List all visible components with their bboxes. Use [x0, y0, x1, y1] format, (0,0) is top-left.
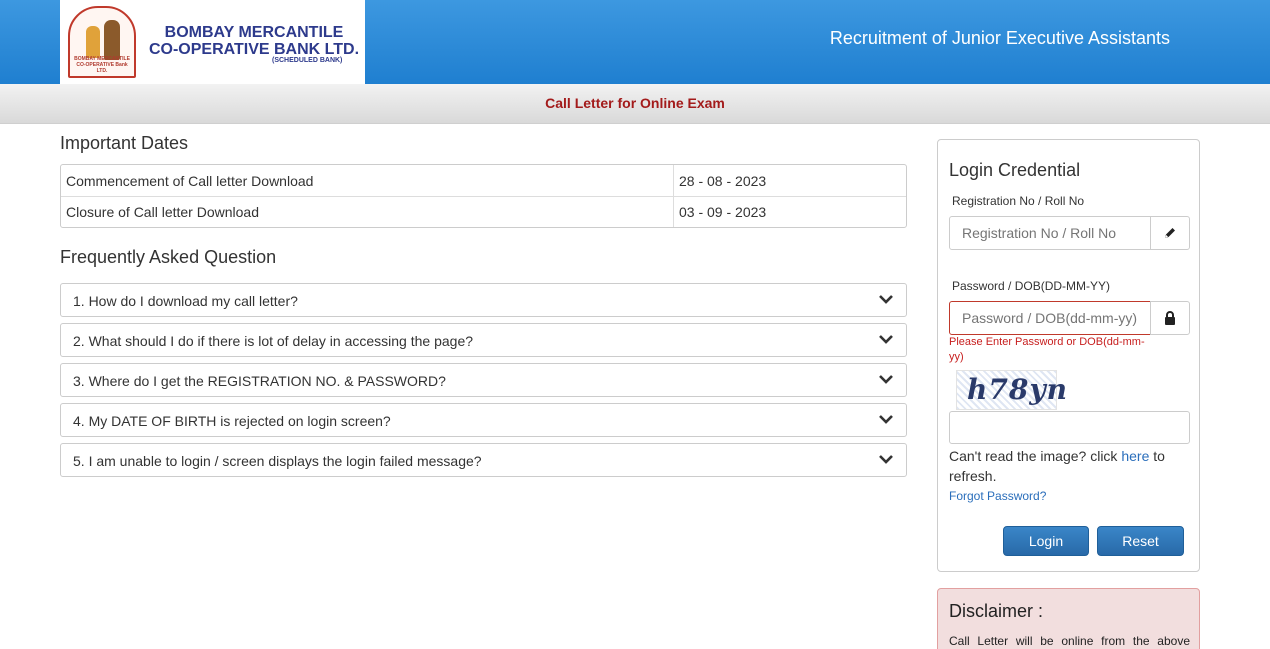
disclaimer-title: Disclaimer : [949, 601, 1044, 621]
login-title: Login Credential [949, 160, 1081, 180]
table-row: Closure of Call letter Download 03 - 09 … [61, 196, 906, 227]
reset-button[interactable]: Reset [1097, 526, 1184, 556]
top-header: BOMBAY MERCANTILE CO-OPERATIVE Bank LTD.… [0, 0, 1270, 84]
faq-item-5[interactable]: 5. I am unable to login / screen display… [60, 443, 907, 477]
bank-subtitle: (SCHEDULED BANK) [272, 57, 343, 64]
login-panel: Login Credential Registration No / Roll … [937, 139, 1200, 572]
password-label: Password / DOB(DD-MM-YY) [952, 279, 1111, 293]
registration-input[interactable] [949, 216, 1151, 250]
disclaimer-text: Call Letter will be online from the abov… [949, 634, 1190, 648]
captcha-image: h78yn [956, 370, 1067, 410]
faq-question: 2. What should I do if there is lot of d… [73, 333, 474, 349]
faq-question: 5. I am unable to login / screen display… [73, 453, 482, 469]
faq-question: 1. How do I download my call letter? [73, 293, 298, 309]
date-label: Closure of Call letter Download [61, 196, 673, 227]
refresh-prefix: Can't read the image? click [949, 448, 1118, 464]
registration-input-group [949, 216, 1190, 250]
date-value: 03 - 09 - 2023 [673, 196, 906, 227]
date-label: Commencement of Call letter Download [66, 172, 314, 189]
lock-icon [1150, 301, 1190, 335]
chevron-down-icon[interactable] [878, 451, 894, 467]
password-error-message: Please Enter Password or DOB(dd-mm-yy) [949, 336, 1145, 363]
chevron-down-icon[interactable] [878, 291, 894, 307]
chevron-down-icon[interactable] [878, 371, 894, 387]
faq-question: 3. Where do I get the REGISTRATION NO. &… [73, 373, 446, 389]
bank-logo[interactable]: BOMBAY MERCANTILE CO-OPERATIVE Bank LTD.… [60, 0, 365, 84]
date-value: 28 - 08 - 2023 [673, 165, 906, 196]
subheader-title: Call Letter for Online Exam [545, 95, 725, 111]
faq-item-1[interactable]: 1. How do I download my call letter? [60, 283, 907, 317]
emblem-caption: BOMBAY MERCANTILE CO-OPERATIVE Bank LTD. [74, 56, 130, 74]
chevron-down-icon[interactable] [878, 411, 894, 427]
password-input[interactable] [949, 301, 1151, 335]
bank-name-line2: CO-OPERATIVE BANK LTD. [148, 41, 360, 58]
password-input-group [949, 301, 1190, 335]
faq-title: Frequently Asked Question [60, 247, 277, 267]
subheader-bar: Call Letter for Online Exam [0, 84, 1270, 124]
faq-question: 4. My DATE OF BIRTH is rejected on login… [73, 413, 391, 429]
faq-item-3[interactable]: 3. Where do I get the REGISTRATION NO. &… [60, 363, 907, 397]
bank-emblem-icon: BOMBAY MERCANTILE CO-OPERATIVE Bank LTD. [68, 6, 136, 78]
bank-name: BOMBAY MERCANTILE CO-OPERATIVE BANK LTD. [144, 24, 364, 58]
forgot-password-link[interactable]: Forgot Password? [949, 489, 1046, 503]
bank-name-line1: BOMBAY MERCANTILE [164, 24, 344, 41]
captcha-refresh-link[interactable]: here [1121, 448, 1149, 464]
pencil-icon [1150, 216, 1190, 250]
chevron-down-icon[interactable] [878, 331, 894, 347]
page-title: Recruitment of Junior Executive Assistan… [829, 28, 1170, 48]
captcha-text: h78yn [967, 373, 1068, 406]
important-dates-title: Important Dates [60, 133, 189, 153]
captcha-refresh-text: Can't read the image? click here to refr… [949, 446, 1189, 486]
faq-item-2[interactable]: 2. What should I do if there is lot of d… [60, 323, 907, 357]
captcha-input[interactable] [949, 411, 1190, 444]
disclaimer-panel: Disclaimer : Call Letter will be online … [937, 588, 1200, 649]
faq-item-4[interactable]: 4. My DATE OF BIRTH is rejected on login… [60, 403, 907, 437]
important-dates-table: Commencement of Call letter Download 28 … [60, 164, 907, 228]
table-row: Commencement of Call letter Download 28 … [61, 165, 906, 196]
login-button[interactable]: Login [1003, 526, 1089, 556]
registration-label: Registration No / Roll No [952, 194, 1085, 208]
